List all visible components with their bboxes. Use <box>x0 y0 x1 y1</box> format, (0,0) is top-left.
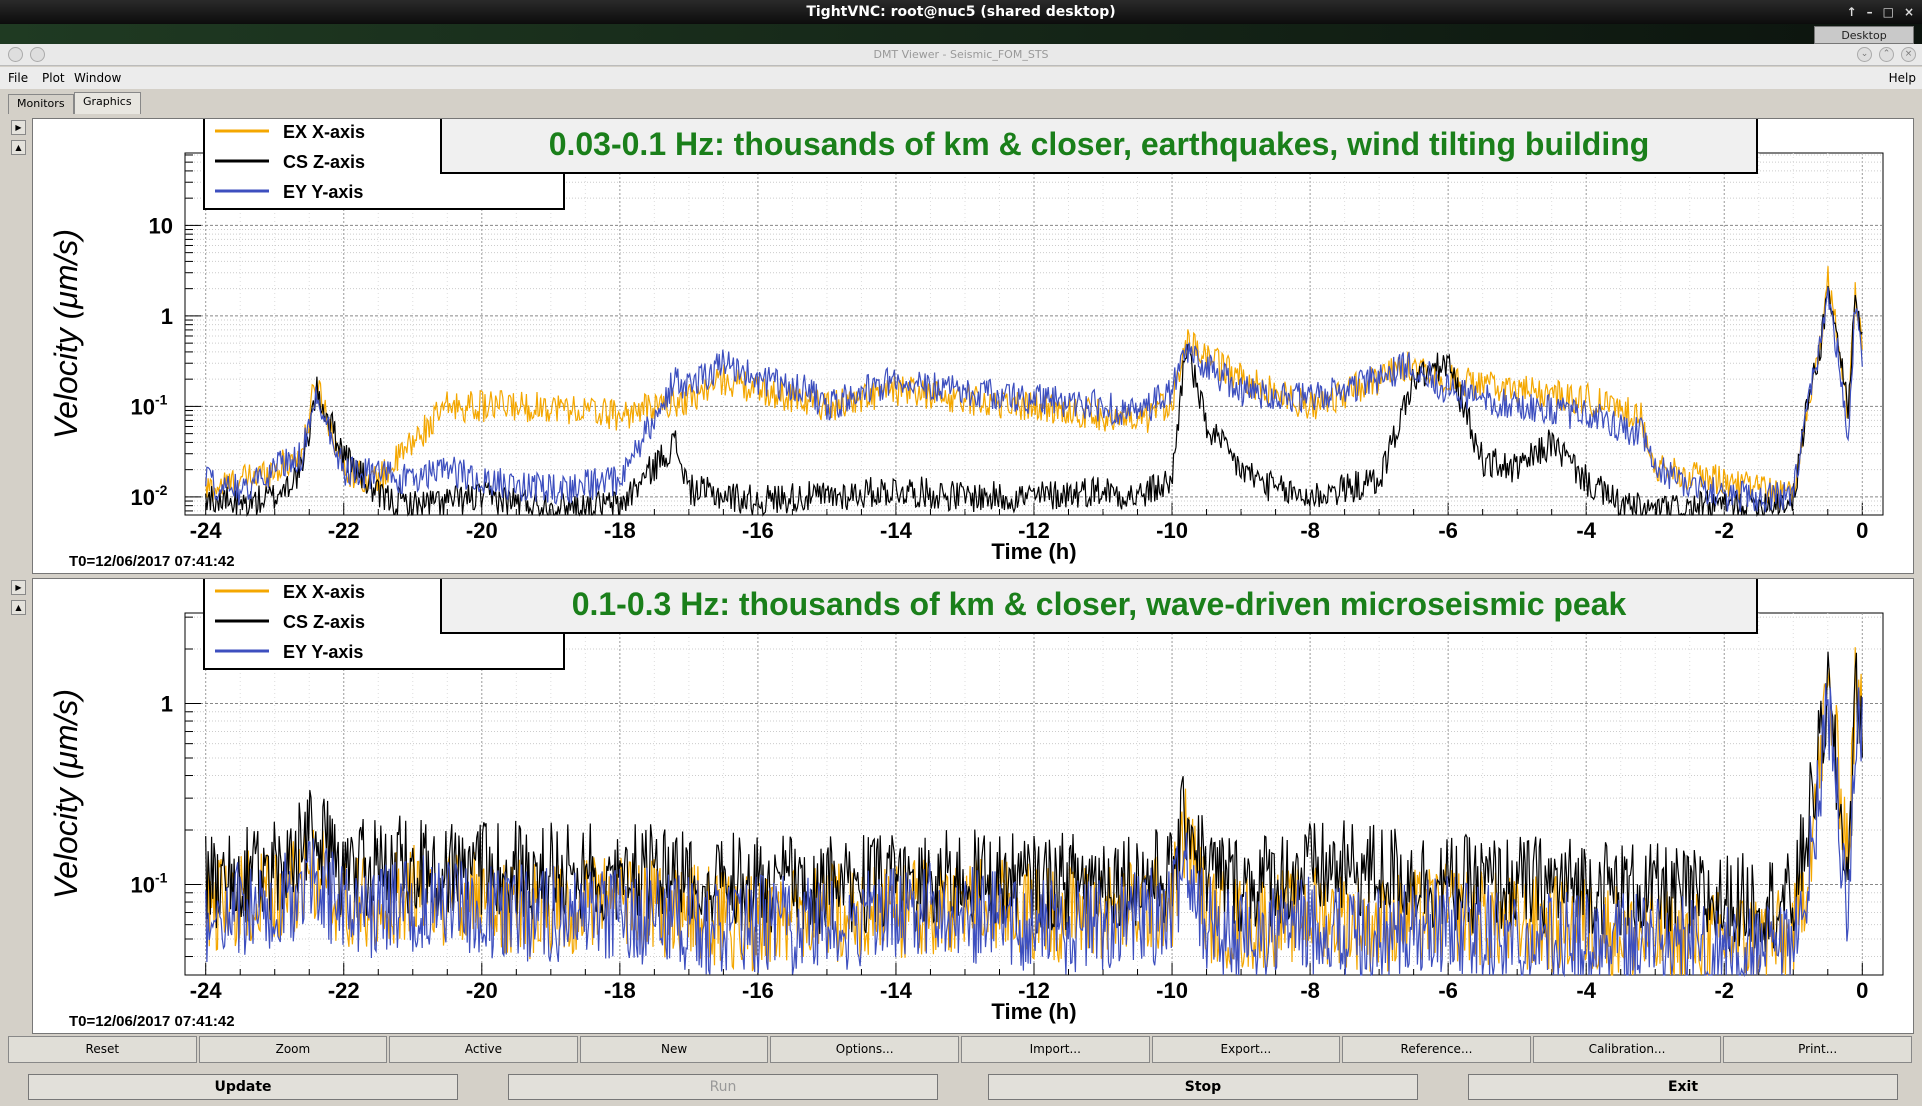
legend-label: EX X-axis <box>283 122 365 142</box>
x-tick-label: 0 <box>1856 518 1868 543</box>
exit-button[interactable]: Exit <box>1468 1074 1898 1100</box>
update-button[interactable]: Update <box>28 1074 458 1100</box>
desktop-strip <box>0 24 1922 44</box>
x-tick-label: -16 <box>742 518 774 543</box>
x-tick-label: -22 <box>328 978 360 1003</box>
options-button[interactable]: Options... <box>770 1036 959 1063</box>
legend-label: EX X-axis <box>283 582 365 602</box>
y-tick-exponent: -1 <box>155 391 168 407</box>
vnc-title-bar: TightVNC: root@nuc5 (shared desktop) ↑ –… <box>0 0 1922 24</box>
vnc-window-controls: ↑ – □ × <box>1847 0 1914 24</box>
legend-label: EY Y-axis <box>283 642 363 662</box>
x-tick-label: -6 <box>1438 978 1458 1003</box>
x-tick-label: -22 <box>328 518 360 543</box>
x-tick-label: -4 <box>1576 518 1596 543</box>
chart-title: 0.03-0.1 Hz: thousands of km & closer, e… <box>549 126 1650 162</box>
plot-panel-2[interactable]: -24 -22 -20 -18 -16 -14 -12 -10 -8 -6 -4 -2 0 1 10 -1 Ti… <box>32 578 1914 1034</box>
tab-row: Monitors Graphics <box>0 90 1922 114</box>
x-tick-label: -18 <box>604 978 636 1003</box>
x-tick-label: -4 <box>1576 978 1596 1003</box>
window-title-bar: DMT Viewer - Seismic_FOM_STS ⌄ ⌃ × <box>0 44 1922 66</box>
window-title: DMT Viewer - Seismic_FOM_STS <box>873 48 1049 61</box>
toolbar-row-2: Update Run Stop Exit <box>0 1074 1922 1102</box>
vnc-maximize-icon[interactable]: □ <box>1883 0 1894 24</box>
zoom-button[interactable]: Zoom <box>198 1036 388 1063</box>
desktop-button[interactable]: Desktop <box>1814 26 1914 44</box>
t0-label: T0=12/06/2017 07:41:42 <box>69 1013 235 1030</box>
panel2-expand-icon[interactable]: ▶ <box>11 580 26 595</box>
x-tick-label: -10 <box>1156 978 1188 1003</box>
y-axis-label: Velocity (μm/s) <box>48 689 84 899</box>
y-tick-label: 1 <box>161 692 173 717</box>
y-tick-label: 1 <box>161 304 173 329</box>
legend-label: EY Y-axis <box>283 182 363 202</box>
x-tick-label: 0 <box>1856 978 1868 1003</box>
x-tick-label: -24 <box>190 978 223 1003</box>
panel1-expand-icon[interactable]: ▶ <box>11 120 26 135</box>
x-axis-label: Time (h) <box>991 539 1076 564</box>
panel2-collapse-icon[interactable]: ▲ <box>11 600 26 615</box>
x-tick-label: -2 <box>1714 518 1734 543</box>
panel1-collapse-icon[interactable]: ▲ <box>11 140 26 155</box>
x-tick-label: -16 <box>742 978 774 1003</box>
reference-button[interactable]: Reference... <box>1342 1036 1531 1063</box>
maximize-icon[interactable]: ⌃ <box>1879 47 1894 62</box>
menu-bar: File Plot Window Help <box>0 67 1922 89</box>
chart-2: -24 -22 -20 -18 -16 -14 -12 -10 -8 -6 -4 -2 0110 -1Ti… <box>48 579 1884 1030</box>
menu-plot[interactable]: Plot <box>42 71 65 85</box>
tab-graphics[interactable]: Graphics <box>74 92 141 114</box>
print-button[interactable]: Print... <box>1723 1036 1912 1063</box>
legend-label: CS Z-axis <box>283 612 365 632</box>
chart-title: 0.1-0.3 Hz: thousands of km & closer, wa… <box>572 586 1627 622</box>
x-tick-label: -20 <box>466 518 498 543</box>
x-tick-label: -24 <box>190 518 223 543</box>
vnc-close-icon[interactable]: × <box>1904 0 1914 24</box>
y-tick-label: 10 <box>131 873 155 898</box>
menu-file[interactable]: File <box>8 71 28 85</box>
vnc-title: TightVNC: root@nuc5 (shared desktop) <box>806 4 1116 20</box>
plot-panel-1[interactable]: -24 -22 -20 -18 -16 -14 -12 -10 -8 -6 -4 -2 0 10 1 10 -1… <box>32 118 1914 574</box>
y-tick-label: 10 <box>131 394 155 419</box>
x-tick-label: -10 <box>1156 518 1188 543</box>
menu-window[interactable]: Window <box>74 71 121 85</box>
active-button[interactable]: Active <box>389 1036 578 1063</box>
x-tick-label: -18 <box>604 518 636 543</box>
x-tick-label: -14 <box>880 518 913 543</box>
calibration-button[interactable]: Calibration... <box>1532 1036 1722 1063</box>
x-tick-label: -8 <box>1300 978 1320 1003</box>
y-tick-label: 10 <box>149 213 173 238</box>
reset-button[interactable]: Reset <box>8 1036 197 1063</box>
x-tick-label: -14 <box>880 978 913 1003</box>
import-button[interactable]: Import... <box>960 1036 1150 1063</box>
stop-button[interactable]: Stop <box>988 1074 1418 1100</box>
x-tick-label: -2 <box>1714 978 1734 1003</box>
vnc-minimize-icon[interactable]: – <box>1867 0 1873 24</box>
chart-1: -24 -22 -20 -18 -16 -14 -12 -10 -8 -6 -4 -2 010110 -1… <box>48 119 1884 570</box>
app-icon <box>8 47 23 62</box>
minimize-icon[interactable]: ⌄ <box>1857 47 1872 62</box>
close-icon[interactable]: × <box>1901 47 1916 62</box>
x-tick-label: -8 <box>1300 518 1320 543</box>
legend-label: CS Z-axis <box>283 152 365 172</box>
export-button[interactable]: Export... <box>1151 1036 1341 1063</box>
new-button[interactable]: New <box>579 1036 769 1063</box>
x-tick-label: -6 <box>1438 518 1458 543</box>
tab-monitors[interactable]: Monitors <box>8 94 74 114</box>
y-axis-label: Velocity (μm/s) <box>48 229 84 439</box>
vnc-raise-icon[interactable]: ↑ <box>1847 0 1857 24</box>
x-axis-label: Time (h) <box>991 999 1076 1024</box>
t0-label: T0=12/06/2017 07:41:42 <box>69 553 235 570</box>
window-menu-icon[interactable] <box>30 47 45 62</box>
run-button[interactable]: Run <box>508 1074 938 1100</box>
y-tick-exponent: -2 <box>155 482 168 498</box>
y-tick-exponent: -1 <box>155 870 168 886</box>
x-tick-label: -20 <box>466 978 498 1003</box>
toolbar-row-1: Reset Zoom Active New Options... Import.… <box>8 1036 1914 1063</box>
menu-help[interactable]: Help <box>1889 71 1916 85</box>
y-tick-label: 10 <box>131 485 155 510</box>
